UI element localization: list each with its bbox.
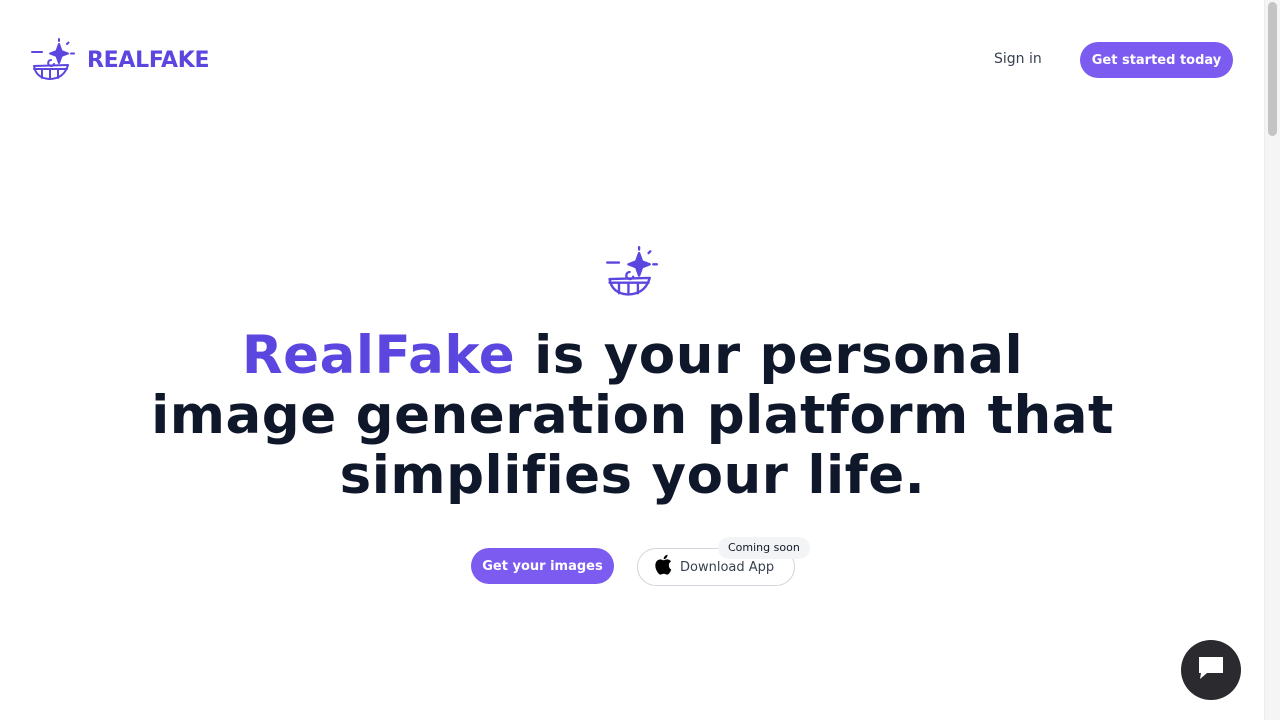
scrollbar-thumb[interactable] [1268, 2, 1277, 136]
logo-icon [31, 38, 75, 82]
hero-title-brand: RealFake [241, 325, 516, 386]
hero-logo-icon [605, 246, 659, 303]
chat-launcher-button[interactable] [1181, 640, 1241, 700]
logo-link[interactable]: REALFAKE [31, 38, 210, 82]
hero-title: RealFake is your personal image generati… [140, 326, 1125, 506]
coming-soon-badge: Coming soon [718, 537, 810, 559]
chat-icon [1196, 654, 1226, 687]
get-started-button[interactable]: Get started today [1080, 42, 1233, 78]
sign-in-link[interactable]: Sign in [994, 51, 1042, 67]
get-images-button[interactable]: Get your images [471, 548, 614, 584]
vertical-scrollbar[interactable] [1264, 0, 1280, 720]
download-app-label: Download App [680, 559, 775, 575]
site-header: REALFAKE Sign in Get started today [0, 0, 1265, 120]
brand-name: REALFAKE [87, 47, 210, 73]
page: REALFAKE Sign in Get started today RealF… [0, 0, 1280, 720]
apple-icon [654, 554, 672, 580]
